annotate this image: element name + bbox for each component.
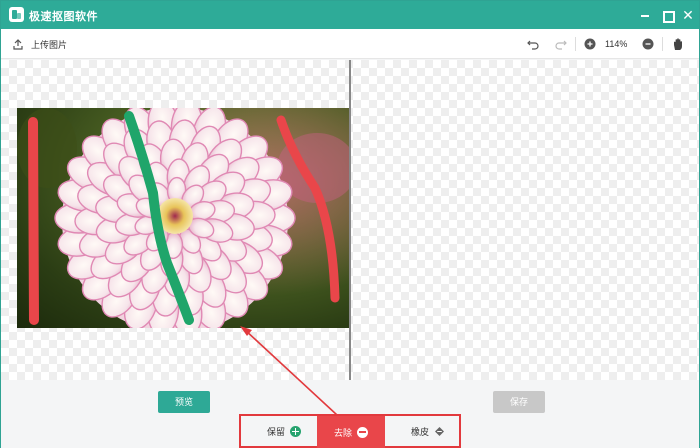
eraser-label: 橡皮: [411, 426, 430, 437]
minus-icon: [357, 426, 368, 438]
upload-image-button[interactable]: 上传图片: [13, 37, 67, 51]
toolbar-separator: [575, 37, 576, 51]
zoom-out-icon[interactable]: [641, 37, 655, 51]
hand-pan-icon[interactable]: [671, 37, 685, 51]
upload-label: 上传图片: [31, 39, 68, 50]
toolbar: 上传图片 114%: [1, 29, 699, 59]
app-title: 极速抠图软件: [29, 11, 98, 23]
keep-label: 保留: [267, 426, 286, 437]
maximize-button[interactable]: [659, 7, 675, 23]
zoom-level: 114%: [605, 39, 628, 49]
zoom-in-icon[interactable]: [583, 37, 597, 51]
original-image[interactable]: [17, 108, 349, 328]
compare-divider[interactable]: [349, 60, 351, 380]
redo-icon[interactable]: [554, 37, 568, 51]
close-button[interactable]: ✕: [680, 7, 696, 23]
keep-mode-button[interactable]: 保留: [267, 416, 302, 446]
toolbar-separator: [662, 37, 663, 51]
plus-icon: [290, 425, 302, 437]
title-bar: 极速抠图软件 ✕: [1, 1, 699, 29]
flower-image: [17, 108, 349, 328]
save-button[interactable]: 保存: [493, 391, 545, 413]
eraser-icon: [434, 426, 445, 437]
app-window: 极速抠图软件 ✕ 上传图片 114% 预览 保存 保留 去除 橡皮: [0, 0, 700, 448]
remove-mode-button[interactable]: 去除: [317, 416, 385, 448]
preview-button[interactable]: 预览: [158, 391, 210, 413]
remove-label: 去除: [333, 427, 352, 438]
undo-icon[interactable]: [526, 37, 540, 51]
app-logo-icon: [9, 7, 24, 22]
eraser-mode-button[interactable]: 橡皮: [411, 416, 445, 446]
brush-mode-bar: 保留 去除 橡皮: [239, 414, 461, 448]
minimize-button[interactable]: [637, 7, 653, 23]
upload-icon: [13, 38, 23, 50]
